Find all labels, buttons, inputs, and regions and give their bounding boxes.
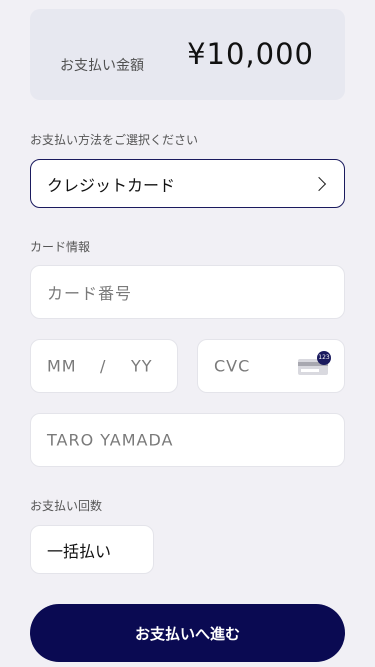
cardholder-name-input[interactable]: TARO YAMADA xyxy=(30,413,345,467)
cardholder-name-placeholder: TARO YAMADA xyxy=(47,430,174,450)
payment-method-value: クレジットカード xyxy=(47,175,176,195)
expiry-input[interactable]: MM / YY xyxy=(30,339,178,393)
cvc-input[interactable]: CVC 123 xyxy=(197,339,345,393)
card-number-placeholder: カード番号 xyxy=(47,284,133,303)
amount-label: お支払い金額 xyxy=(60,58,144,74)
expiry-month-placeholder: MM xyxy=(47,356,77,376)
payment-page: お支払い金額 ¥10,000 お支払い方法をご選択ください クレジットカード カ… xyxy=(0,0,375,667)
cvc-badge: 123 xyxy=(317,351,331,365)
card-info-section-label: カード情報 xyxy=(30,240,91,254)
payment-method-section-label: お支払い方法をご選択ください xyxy=(30,133,199,147)
chevron-right-icon xyxy=(311,176,327,191)
cvc-placeholder: CVC xyxy=(214,356,251,376)
payment-method-select[interactable]: クレジットカード xyxy=(30,159,345,208)
installments-value: 一括払い xyxy=(47,541,112,561)
installments-section-label: お支払い回数 xyxy=(30,499,103,513)
amount-summary-card: お支払い金額 ¥10,000 xyxy=(30,9,345,100)
expiry-separator: / xyxy=(100,356,107,376)
amount-value: ¥10,000 xyxy=(187,37,314,71)
card-number-input[interactable]: カード番号 xyxy=(30,265,345,319)
card-cvc-icon: 123 xyxy=(298,351,331,376)
proceed-to-payment-button[interactable]: お支払いへ進む xyxy=(30,604,345,662)
installments-select[interactable]: 一括払い xyxy=(30,525,154,574)
expiry-year-placeholder: YY xyxy=(131,356,153,376)
